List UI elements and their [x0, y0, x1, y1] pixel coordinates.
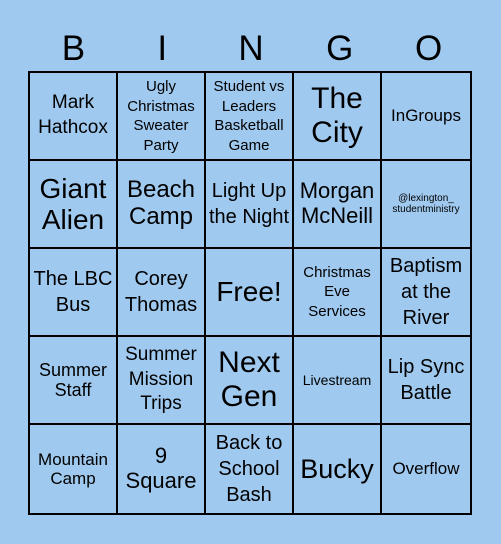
bingo-cell[interactable]: The LBC Bus	[30, 249, 118, 337]
bingo-cell[interactable]: The City	[294, 73, 382, 161]
bingo-cell[interactable]: Back to School Bash	[206, 425, 294, 513]
bingo-cell[interactable]: Mark Hathcox	[30, 73, 118, 161]
bingo-cell[interactable]: Corey Thomas	[118, 249, 206, 337]
bingo-cell-free[interactable]: Free!	[206, 249, 294, 337]
bingo-cell[interactable]: Next Gen	[206, 337, 294, 425]
bingo-cell[interactable]: Light Up the Night	[206, 161, 294, 249]
header-letter-o: O	[414, 29, 443, 68]
bingo-cell[interactable]: Beach Camp	[118, 161, 206, 249]
header-letter-g: G	[326, 29, 354, 68]
header-letter-n: N	[238, 29, 264, 68]
bingo-cell[interactable]: Baptism at the River	[382, 249, 470, 337]
bingo-cell[interactable]: Morgan McNeill	[294, 161, 382, 249]
bingo-cell[interactable]: Bucky	[294, 425, 382, 513]
bingo-cell[interactable]: Summer Staff	[30, 337, 118, 425]
bingo-cell[interactable]: Livestream	[294, 337, 382, 425]
header-letter-b: B	[61, 29, 86, 68]
bingo-grid: Mark Hathcox Ugly Christmas Sweater Part…	[28, 71, 472, 515]
bingo-cell[interactable]: @lexington_ studentministry	[382, 161, 470, 249]
bingo-cell[interactable]: Overflow	[382, 425, 470, 513]
bingo-cell[interactable]: Summer Mission Trips	[118, 337, 206, 425]
bingo-cell[interactable]: Christmas Eve Services	[294, 249, 382, 337]
bingo-cell[interactable]: Ugly Christmas Sweater Party	[118, 73, 206, 161]
bingo-cell[interactable]: Mountain Camp	[30, 425, 118, 513]
header-letter-i: I	[157, 29, 168, 68]
bingo-header: B I N G O	[29, 26, 473, 71]
bingo-cell[interactable]: InGroups	[382, 73, 470, 161]
bingo-cell[interactable]: Lip Sync Battle	[382, 337, 470, 425]
bingo-cell[interactable]: 9 Square	[118, 425, 206, 513]
bingo-cell[interactable]: Giant Alien	[30, 161, 118, 249]
bingo-cell[interactable]: Student vs Leaders Basketball Game	[206, 73, 294, 161]
